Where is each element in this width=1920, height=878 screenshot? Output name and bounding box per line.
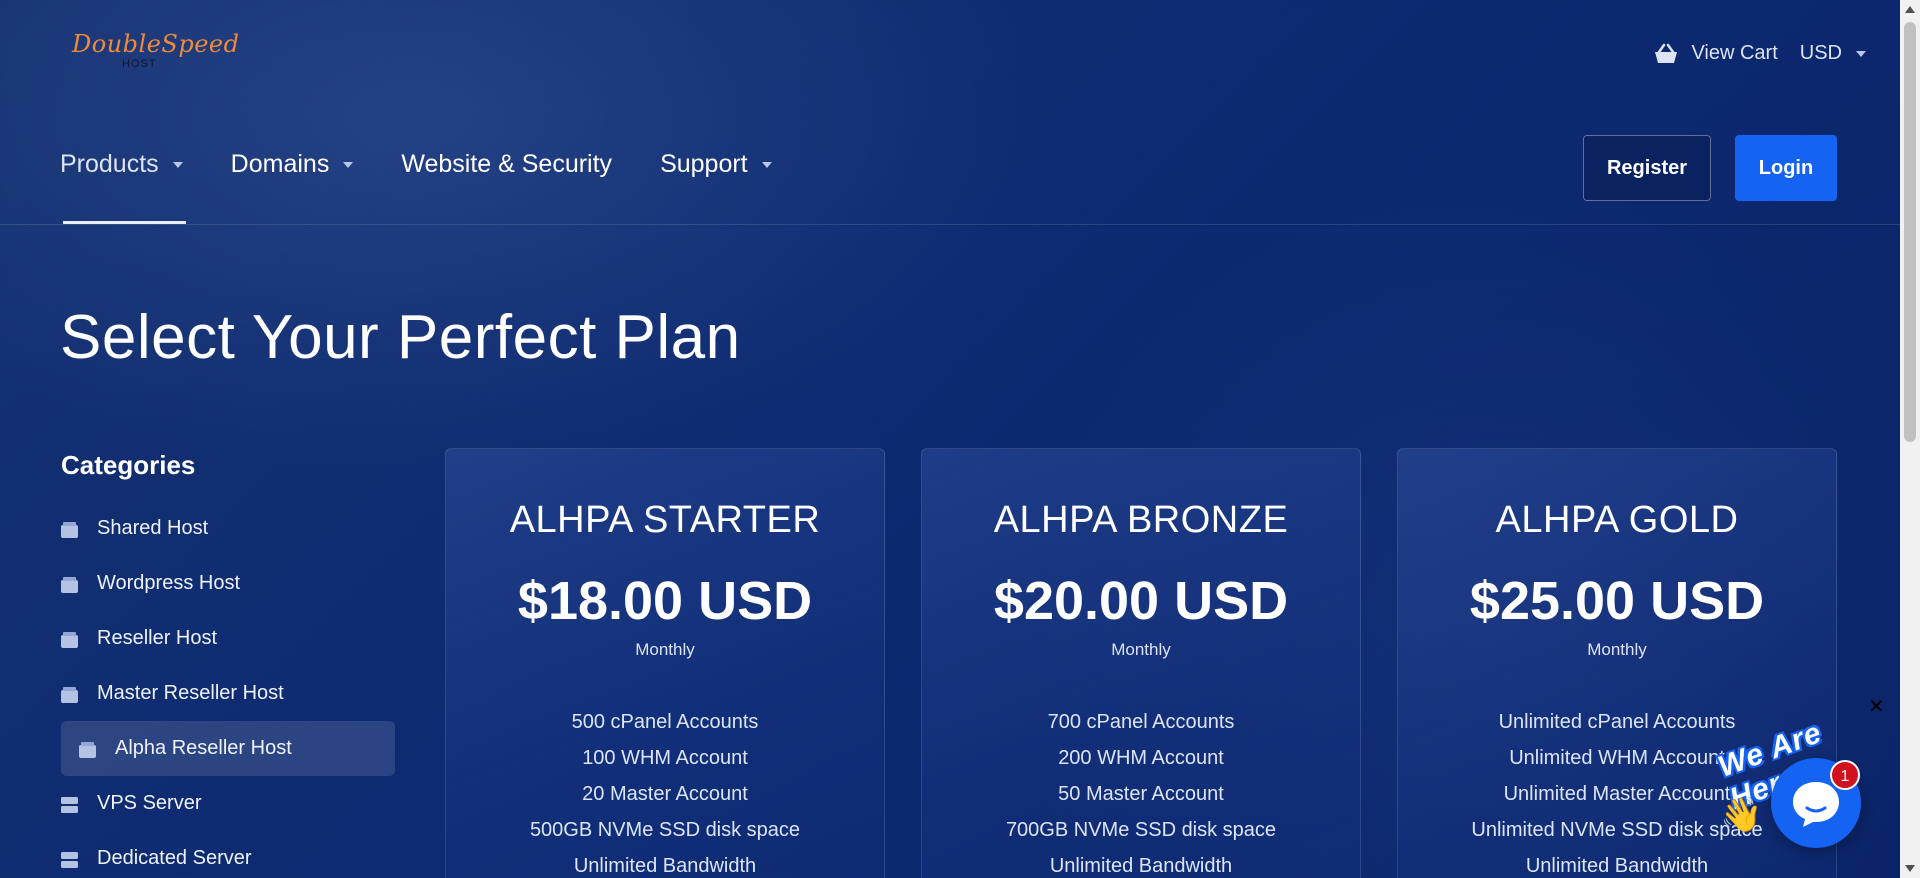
box-icon (79, 741, 96, 758)
nav-website-security[interactable]: Website & Security (401, 150, 612, 179)
waving-hand-icon: 👋 (1720, 796, 1763, 834)
logo-subtext: HOST (122, 58, 157, 70)
chevron-down-icon (1856, 50, 1866, 57)
plan-feature: 50 Master Account (1058, 783, 1224, 805)
plan-price: $18.00 USD (517, 571, 813, 631)
category-vps-server[interactable]: VPS Server (61, 776, 397, 831)
plan-feature: Unlimited Bandwidth (1525, 855, 1709, 877)
basket-icon (1653, 43, 1679, 65)
nav-products-label: Products (60, 150, 159, 178)
category-label: Reseller Host (97, 627, 218, 649)
plan-feature: 200 WHM Account (1058, 747, 1224, 769)
page: DoubleSpeed HOST View Cart USD Products … (0, 0, 1900, 878)
category-label: Wordpress Host (97, 572, 241, 594)
box-icon (61, 576, 78, 593)
category-reseller-host[interactable]: Reseller Host (61, 611, 397, 666)
plan-billing-cycle: Monthly (1587, 640, 1647, 659)
plan-feature: 500 cPanel Accounts (571, 711, 759, 733)
category-wordpress-host[interactable]: Wordpress Host (61, 556, 397, 611)
category-label: VPS Server (97, 792, 202, 814)
chevron-down-icon (343, 161, 354, 168)
plan-feature: 700 cPanel Accounts (1047, 711, 1235, 733)
plan-feature: Unlimited Bandwidth (1049, 855, 1233, 877)
plan-feature: 20 Master Account (582, 783, 748, 805)
box-icon (61, 521, 78, 538)
register-button[interactable]: Register (1583, 135, 1711, 201)
page-title: Select Your Perfect Plan (60, 303, 741, 372)
view-cart-link[interactable]: View Cart (1653, 42, 1778, 65)
category-master-reseller-host[interactable]: Master Reseller Host (61, 666, 397, 721)
chevron-down-icon (761, 161, 772, 168)
category-alpha-reseller-host[interactable]: Alpha Reseller Host (61, 721, 395, 776)
nav-products[interactable]: Products (60, 150, 183, 179)
category-label: Master Reseller Host (97, 682, 284, 704)
nav-support[interactable]: Support (660, 150, 772, 179)
notification-badge: 1 (1830, 760, 1860, 790)
category-label: Dedicated Server (97, 847, 252, 869)
plan-feature: 500GB NVMe SSD disk space (529, 819, 801, 841)
plan-card-bronze: ALHPA BRONZE $20.00 USD Monthly 700 cPan… (921, 448, 1361, 878)
nav-domains[interactable]: Domains (231, 150, 354, 179)
logo-text: DoubleSpeed (72, 30, 240, 58)
plan-feature: 100 WHM Account (582, 747, 748, 769)
plan-name: ALHPA GOLD (1495, 499, 1739, 541)
plan-feature: 700GB NVMe SSD disk space (1005, 819, 1277, 841)
brand-logo[interactable]: DoubleSpeed HOST (72, 30, 240, 78)
category-label: Shared Host (97, 517, 209, 539)
sidebar-heading: Categories (61, 450, 196, 480)
nav-domains-label: Domains (230, 150, 330, 178)
plan-name: ALHPA STARTER (509, 499, 821, 541)
box-icon (61, 686, 78, 703)
plan-price: $25.00 USD (1469, 571, 1765, 631)
server-icon (61, 851, 78, 868)
top-utility-bar: View Cart USD (1653, 42, 1866, 65)
category-label: Alpha Reseller Host (115, 737, 292, 759)
scroll-down-arrow-icon[interactable] (1905, 865, 1915, 872)
plan-features: 700 cPanel Accounts 200 WHM Account 50 M… (922, 704, 1360, 878)
plan-feature: Unlimited Bandwidth (573, 855, 757, 877)
currency-label: USD (1799, 42, 1842, 64)
plan-card-starter: ALHPA STARTER $18.00 USD Monthly 500 cPa… (445, 448, 885, 878)
nav-divider (0, 224, 1900, 225)
plan-price: $20.00 USD (993, 571, 1289, 631)
plan-billing-cycle: Monthly (1111, 640, 1171, 659)
category-list: Shared Host Wordpress Host Reseller Host… (61, 501, 397, 878)
chevron-down-icon (172, 161, 183, 168)
vertical-scrollbar[interactable] (1900, 0, 1920, 878)
categories-sidebar: Categories Shared Host Wordpress Host Re… (61, 450, 397, 878)
main-nav: Products Domains Website & Security Supp… (60, 150, 772, 179)
category-shared-host[interactable]: Shared Host (61, 501, 397, 556)
scroll-up-arrow-icon[interactable] (1905, 6, 1915, 13)
box-icon (61, 631, 78, 648)
plan-name: ALHPA BRONZE (993, 499, 1289, 541)
scrollbar-thumb[interactable] (1904, 22, 1916, 442)
plan-billing-cycle: Monthly (635, 640, 695, 659)
view-cart-label: View Cart (1691, 42, 1778, 64)
nav-support-label: Support (660, 150, 748, 178)
currency-selector[interactable]: USD (1800, 42, 1866, 65)
auth-buttons: Register Login (1583, 135, 1837, 201)
login-button[interactable]: Login (1735, 135, 1837, 201)
nav-website-security-label: Website & Security (401, 150, 613, 178)
plan-features: 500 cPanel Accounts 100 WHM Account 20 M… (446, 704, 884, 878)
category-dedicated-server[interactable]: Dedicated Server (61, 831, 397, 878)
server-icon (61, 796, 78, 813)
